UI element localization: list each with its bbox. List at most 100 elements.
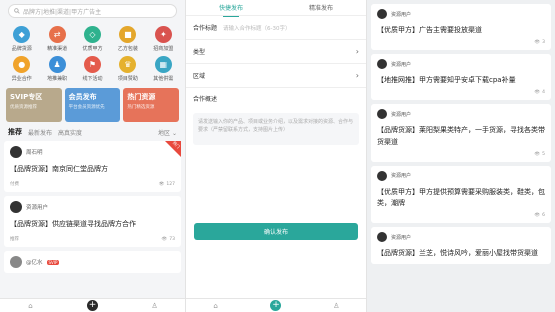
tab-latest[interactable]: 最新发布 bbox=[28, 128, 52, 137]
card-title: 【优质甲方】甲方提供预算需要采购服装类，鞋类，包类，潮牌 bbox=[377, 187, 545, 207]
tab-authentic[interactable]: 高真实度 bbox=[58, 128, 82, 137]
card-title: 【品牌货源】莱阳梨果类特产，一手货源，寻找各类带货渠道 bbox=[377, 126, 545, 146]
resource-card[interactable]: 资源用户 【地推网推】甲方需要知乎安卓下载cpa补量 👁 4 bbox=[371, 54, 551, 101]
resource-card[interactable]: 资源用户 【优质甲方】广告主需要投放渠道 👁 3 bbox=[371, 4, 551, 51]
category-franchise[interactable]: ✦ 招商加盟 bbox=[146, 26, 181, 52]
cooperate-icon: ● bbox=[13, 56, 31, 73]
category-grid: ◆ 品牌货源 ⇄ 精准渠道 ◇ 优质甲方 ■ 乙方包装 ✦ 招商加盟 ● 异业合作 ♟ 地推兼… bbox=[4, 26, 181, 82]
field-label: 区域 bbox=[193, 73, 206, 80]
card-source: 付费 bbox=[10, 182, 19, 187]
card-title: 【品牌货源】兰芝，悦诗风吟，爱丽小屋找带货渠道 bbox=[377, 249, 538, 258]
user-name: @亿水 bbox=[26, 260, 43, 266]
handshake-icon: ✦ bbox=[154, 26, 172, 43]
eye-icon: 👁 bbox=[534, 213, 541, 219]
flag-icon: ⚑ bbox=[83, 56, 101, 73]
profile-icon[interactable]: ♙ bbox=[332, 301, 341, 310]
user-name: 周石明 bbox=[26, 150, 43, 156]
view-count: 6 bbox=[542, 213, 545, 219]
chevron-right-icon: › bbox=[355, 47, 359, 56]
eye-icon: 👁 bbox=[534, 90, 541, 96]
confirm-publish-button[interactable]: 确认发布 bbox=[194, 223, 358, 240]
avatar bbox=[377, 9, 387, 19]
category-ground[interactable]: ♟ 地推兼职 bbox=[39, 56, 74, 82]
category-brand-goods[interactable]: ◆ 品牌货源 bbox=[4, 26, 39, 52]
banner-row: SVIP专区 优质资源推荐 会员发布 平台会员资源优先 热门资源 热门精选资源 bbox=[6, 88, 180, 122]
resource-list-screen: 资源用户 【优质甲方】广告主需要投放渠道 👁 3 资源用户 【地推网推】甲方需要知… bbox=[367, 0, 555, 312]
bottom-tab-bar: ⌂ + ♙ bbox=[0, 298, 185, 312]
tab-precise-publish[interactable]: 精准发布 bbox=[309, 3, 333, 12]
field-label: 合作标题 bbox=[193, 25, 218, 32]
avatar bbox=[10, 201, 22, 213]
search-bar[interactable]: 品牌方|地推|渠道|甲方广告主 bbox=[8, 4, 177, 18]
user-name: 资源用户 bbox=[391, 61, 412, 68]
description-label: 合作概述 bbox=[193, 96, 218, 103]
hot-banner[interactable]: 热门资源 热门精选资源 bbox=[123, 88, 180, 122]
type-select[interactable]: 类型 › bbox=[186, 40, 366, 64]
user-name: 资源用户 bbox=[391, 11, 412, 18]
user-name: 资源用户 bbox=[391, 234, 412, 241]
eye-icon: 👁 bbox=[161, 236, 168, 242]
avatar bbox=[377, 59, 387, 70]
chevron-down-icon: ⌄ bbox=[171, 129, 177, 137]
member-banner[interactable]: 会员发布 平台会员资源优先 bbox=[64, 88, 121, 122]
resource-card[interactable]: 资源用户 【优质甲方】甲方提供预算需要采购服装类，鞋类，包类，潮牌 👁 6 bbox=[371, 165, 551, 224]
card-title: 【品牌货源】南京同仁堂品牌方 bbox=[10, 165, 108, 173]
view-count: 5 bbox=[542, 151, 545, 157]
view-count: 73 bbox=[169, 236, 175, 242]
card-source: 推荐 bbox=[10, 237, 19, 242]
category-channel[interactable]: ⇄ 精准渠道 bbox=[39, 26, 74, 52]
box-icon: ■ bbox=[119, 26, 137, 43]
view-count: 127 bbox=[166, 181, 175, 187]
publish-tabs: 快捷发布 精准发布 bbox=[186, 0, 366, 17]
publish-screen: 快捷发布 精准发布 合作标题 请输入合作标题（6-30字） 类型 › 区域 › … bbox=[185, 0, 367, 312]
feed-card[interactable]: 资源用户 【品牌货源】供应链渠道寻找品牌方合作 推荐 👁 73 bbox=[4, 196, 181, 247]
channel-icon: ⇄ bbox=[48, 26, 66, 43]
resource-card[interactable]: 资源用户 【品牌货源】兰芝，悦诗风吟，爱丽小屋找带货渠道 bbox=[371, 227, 551, 265]
title-field[interactable]: 合作标题 请输入合作标题（6-30字） bbox=[186, 16, 366, 40]
category-party-b[interactable]: ■ 乙方包装 bbox=[110, 26, 145, 52]
user-name: 资源用户 bbox=[26, 205, 49, 211]
feed-card[interactable]: @亿水 SVIP bbox=[4, 251, 181, 273]
add-icon[interactable]: + bbox=[87, 300, 98, 311]
avatar bbox=[10, 256, 22, 268]
feed-tabs: 推荐 最新发布 高真实度 地区 ⌄ bbox=[8, 127, 177, 137]
svip-banner[interactable]: SVIP专区 优质资源推荐 bbox=[6, 88, 62, 122]
category-sponsor[interactable]: ♛ 项目赞助 bbox=[110, 56, 145, 82]
category-offline[interactable]: ⚑ 线下活动 bbox=[75, 56, 110, 82]
view-count: 3 bbox=[542, 40, 545, 46]
eye-icon: 👁 bbox=[534, 151, 541, 157]
search-icon bbox=[14, 8, 20, 14]
region-label: 地区 bbox=[158, 129, 171, 137]
crown-icon: ♛ bbox=[119, 56, 137, 73]
resource-card[interactable]: 资源用户 【品牌货源】莱阳梨果类特产，一手货源，寻找各类带货渠道 👁 5 bbox=[371, 104, 551, 162]
person-icon: ♟ bbox=[48, 56, 66, 73]
profile-icon[interactable]: ♙ bbox=[150, 301, 159, 310]
user-name: 资源用户 bbox=[391, 111, 412, 118]
card-title: 【品牌货源】供应链渠道寻找品牌方合作 bbox=[10, 220, 136, 228]
vip-badge: SVIP bbox=[46, 259, 60, 265]
avatar bbox=[377, 170, 387, 181]
diamond-icon: ◇ bbox=[83, 26, 101, 43]
avatar bbox=[10, 146, 22, 158]
card-title: 【优质甲方】广告主需要投放渠道 bbox=[377, 26, 482, 34]
view-count: 4 bbox=[542, 90, 545, 96]
category-cross[interactable]: ● 异业合作 bbox=[4, 56, 39, 82]
add-icon[interactable]: + bbox=[270, 300, 282, 311]
region-select[interactable]: 区域 › bbox=[186, 64, 366, 88]
region-filter[interactable]: 地区 ⌄ bbox=[158, 128, 177, 137]
tab-quick-publish[interactable]: 快捷发布 bbox=[219, 3, 243, 17]
chevron-right-icon: › bbox=[355, 71, 359, 80]
field-placeholder: 请输入合作标题（6-30字） bbox=[223, 25, 291, 32]
tab-recommend[interactable]: 推荐 bbox=[8, 127, 22, 137]
avatar bbox=[377, 109, 387, 120]
bag-icon: ◆ bbox=[13, 26, 31, 43]
description-textarea[interactable]: 请发送输入你的产品、项目或业务介绍，以及需求对接的资源、合作与要求（严禁留联系方… bbox=[193, 113, 359, 145]
category-party-a[interactable]: ◇ 优质甲方 bbox=[75, 26, 110, 52]
user-name: 资源用户 bbox=[391, 173, 412, 180]
card-title: 【地推网推】甲方需要知乎安卓下载cpa补量 bbox=[377, 76, 516, 85]
feed-card[interactable]: 热门 周石明 【品牌货源】南京同仁堂品牌方 付费 👁 127 bbox=[4, 140, 181, 192]
category-other[interactable]: ▦ 其他供需 bbox=[146, 56, 181, 82]
grid-icon: ▦ bbox=[154, 56, 172, 73]
home-icon[interactable]: ⌂ bbox=[26, 301, 35, 310]
home-icon[interactable]: ⌂ bbox=[211, 301, 220, 310]
